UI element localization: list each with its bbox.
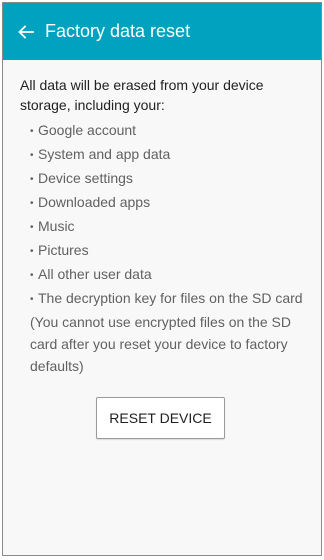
list-item-label: Music [38,218,75,234]
intro-text: All data will be erased from your device… [20,77,264,113]
phone-screen: Factory data reset All data will be eras… [2,2,322,556]
arrow-left-icon [18,24,34,39]
app-bar: Factory data reset [3,3,321,60]
list-item-label: Google account [38,122,137,138]
list-item-label: The decryption key for files on the SD c… [30,290,303,374]
list-item-label: Pictures [38,242,89,258]
list-item-label: Device settings [38,170,133,186]
bullet: • [30,246,34,257]
bullet: • [30,294,34,305]
bullet: • [30,174,34,185]
list-item: • The decryption key for files on the SD … [30,287,311,377]
list-item: • Music [30,215,311,239]
bullet: • [30,126,34,137]
list-item: • System and app data [30,143,311,167]
data-items-list: • Google account • System and app data • De… [20,119,311,377]
bullet: • [30,222,34,233]
list-item: • All other user data [30,263,311,287]
button-container: RESET DEVICE [20,397,311,439]
reset-device-button[interactable]: RESET DEVICE [96,397,225,439]
list-item: • Pictures [30,239,311,263]
list-item: • Downloaded apps [30,191,311,215]
bullet: • [30,270,34,281]
list-item-label: System and app data [38,146,171,162]
page-title: Factory data reset [45,21,191,41]
content-area: All data will be erased from your device… [3,60,321,555]
list-item: • Google account [30,119,311,143]
list-item: • Device settings [30,167,311,191]
list-item-label: Downloaded apps [38,194,151,210]
back-button[interactable] [3,3,43,60]
list-item-label: All other user data [38,266,152,282]
bullet: • [30,150,34,161]
bullet: • [30,198,34,209]
